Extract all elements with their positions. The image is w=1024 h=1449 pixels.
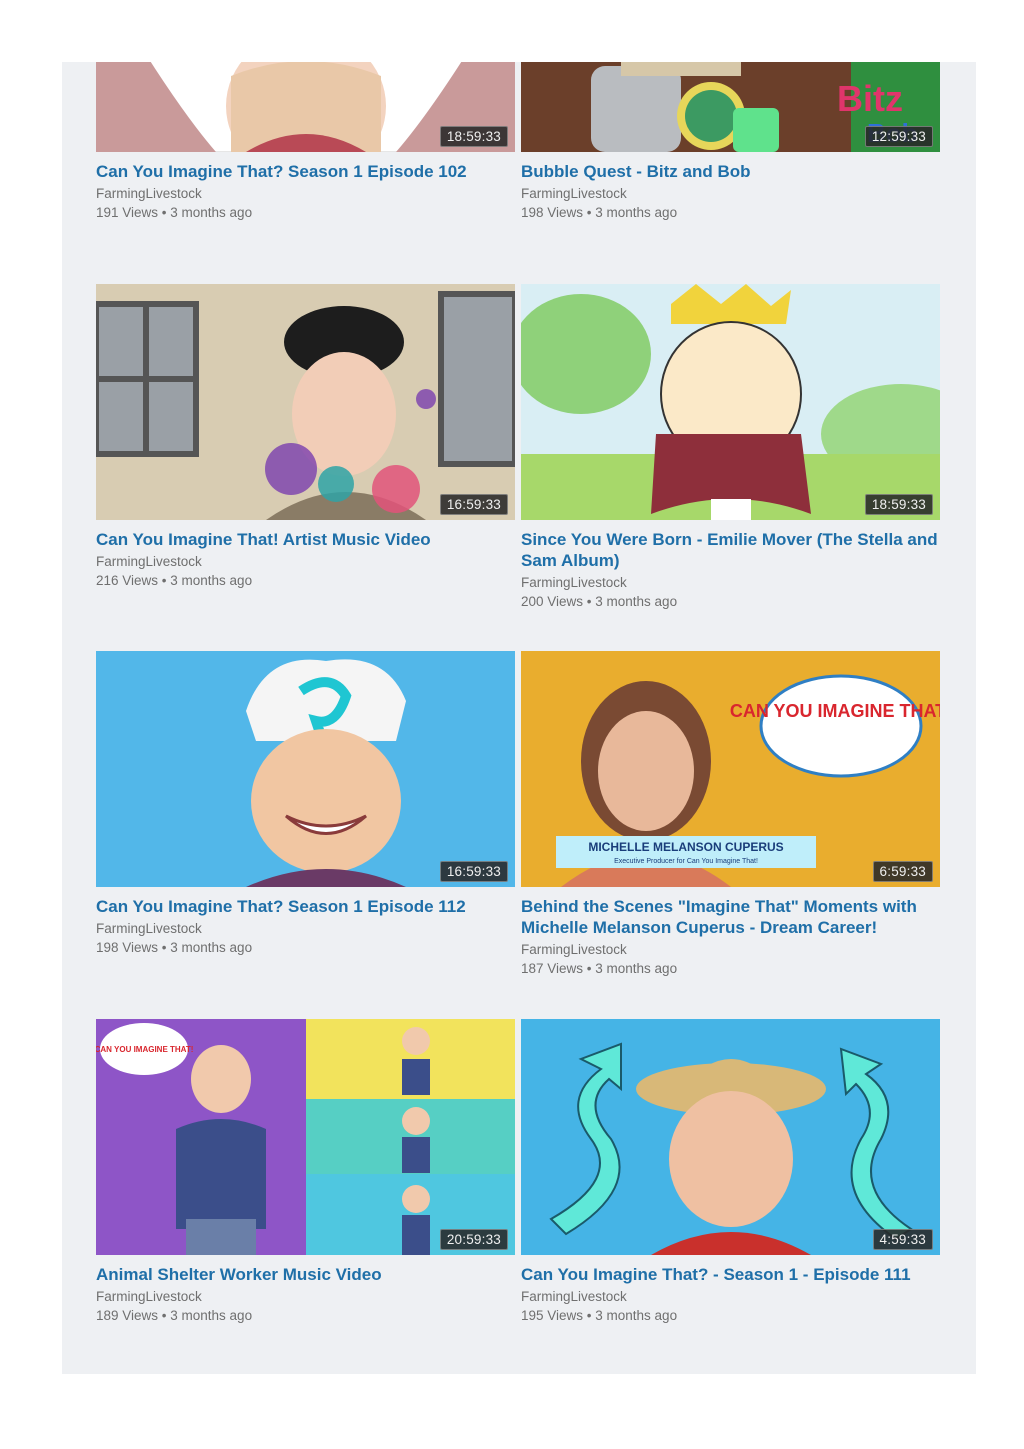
channel-name[interactable]: FarmingLivestock (521, 1287, 940, 1306)
video-meta: 198 Views • 3 months ago (521, 205, 678, 220)
video-card: 16:59:33 Can You Imagine That? Season 1 … (96, 651, 515, 957)
video-title-link[interactable]: Can You Imagine That? Season 1 Episode 1… (96, 161, 515, 182)
video-duration: 4:59:33 (872, 1229, 933, 1250)
video-title-link[interactable]: Animal Shelter Worker Music Video (96, 1264, 515, 1285)
video-title-link[interactable]: Can You Imagine That! Artist Music Video (96, 529, 515, 550)
video-meta: 191 Views • 3 months ago (96, 205, 253, 220)
video-card: CAN YOU IMAGINE THAT! MICHELLE MELANSON … (521, 651, 940, 978)
video-meta: 195 Views • 3 months ago (521, 1308, 678, 1323)
video-duration: 16:59:33 (439, 861, 508, 882)
video-duration: 18:59:33 (864, 494, 933, 515)
channel-name[interactable]: FarmingLivestock (521, 573, 940, 592)
channel-name[interactable]: FarmingLivestock (96, 1287, 515, 1306)
video-duration: 12:59:33 (864, 126, 933, 147)
video-meta: 187 Views • 3 months ago (521, 961, 678, 976)
thumbnail-image (96, 651, 515, 887)
video-meta: 189 Views • 3 months ago (96, 1308, 253, 1323)
video-thumbnail[interactable]: 16:59:33 (96, 651, 515, 887)
video-duration: 20:59:33 (439, 1229, 508, 1250)
channel-name[interactable]: FarmingLivestock (521, 184, 940, 203)
video-thumbnail[interactable]: 16:59:33 (96, 284, 515, 520)
thumbnail-image: CAN YOU IMAGINE THAT! (96, 1019, 515, 1255)
channel-name[interactable]: FarmingLivestock (96, 919, 515, 938)
video-meta: 198 Views • 3 months ago (96, 940, 253, 955)
video-card: 18:59:33 Since You Were Born - Emilie Mo… (521, 284, 940, 611)
thumbnail-image (521, 1019, 940, 1255)
imagine-that-logo: CAN YOU IMAGINE THAT! (96, 1045, 193, 1054)
video-duration: 6:59:33 (872, 861, 933, 882)
channel-name[interactable]: FarmingLivestock (521, 940, 940, 959)
channel-name[interactable]: FarmingLivestock (96, 184, 515, 203)
thumbnail-image (521, 284, 940, 520)
video-duration: 16:59:33 (439, 494, 508, 515)
lower-third-name: MICHELLE MELANSON CUPERUS (588, 840, 783, 854)
page-top-margin (0, 0, 1024, 62)
video-card: CAN YOU IMAGINE THAT! 20:59:33 Animal Sh… (96, 1019, 515, 1325)
video-thumbnail[interactable]: CAN YOU IMAGINE THAT! MICHELLE MELANSON … (521, 651, 940, 887)
video-thumbnail[interactable]: CAN YOU IMAGINE THAT! 20:59:33 (96, 1019, 515, 1255)
video-title-link[interactable]: Can You Imagine That? Season 1 Episode 1… (96, 896, 515, 917)
video-title-link[interactable]: Since You Were Born - Emilie Mover (The … (521, 529, 940, 571)
imagine-that-logo: CAN YOU IMAGINE THAT! (730, 701, 940, 721)
video-card: 16:59:33 Can You Imagine That! Artist Mu… (96, 284, 515, 590)
video-duration: 18:59:33 (439, 126, 508, 147)
video-card: 4:59:33 Can You Imagine That? - Season 1… (521, 1019, 940, 1325)
video-title-link[interactable]: Behind the Scenes "Imagine That" Moments… (521, 896, 940, 938)
thumbnail-image: CAN YOU IMAGINE THAT! MICHELLE MELANSON … (521, 651, 940, 887)
bitz-bob-logo: Bitz (837, 78, 903, 119)
thumbnail-image (96, 284, 515, 520)
video-meta: 200 Views • 3 months ago (521, 594, 678, 609)
video-title-link[interactable]: Can You Imagine That? - Season 1 - Episo… (521, 1264, 940, 1285)
lower-third-subtitle: Executive Producer for Can You Imagine T… (614, 858, 758, 865)
video-thumbnail[interactable]: 18:59:33 (521, 284, 940, 520)
video-title-link[interactable]: Bubble Quest - Bitz and Bob (521, 161, 940, 182)
video-thumbnail[interactable]: 4:59:33 (521, 1019, 940, 1255)
channel-name[interactable]: FarmingLivestock (96, 552, 515, 571)
video-meta: 216 Views • 3 months ago (96, 573, 253, 588)
video-grid-panel: 18:59:33 Can You Imagine That? Season 1 … (62, 0, 976, 1374)
